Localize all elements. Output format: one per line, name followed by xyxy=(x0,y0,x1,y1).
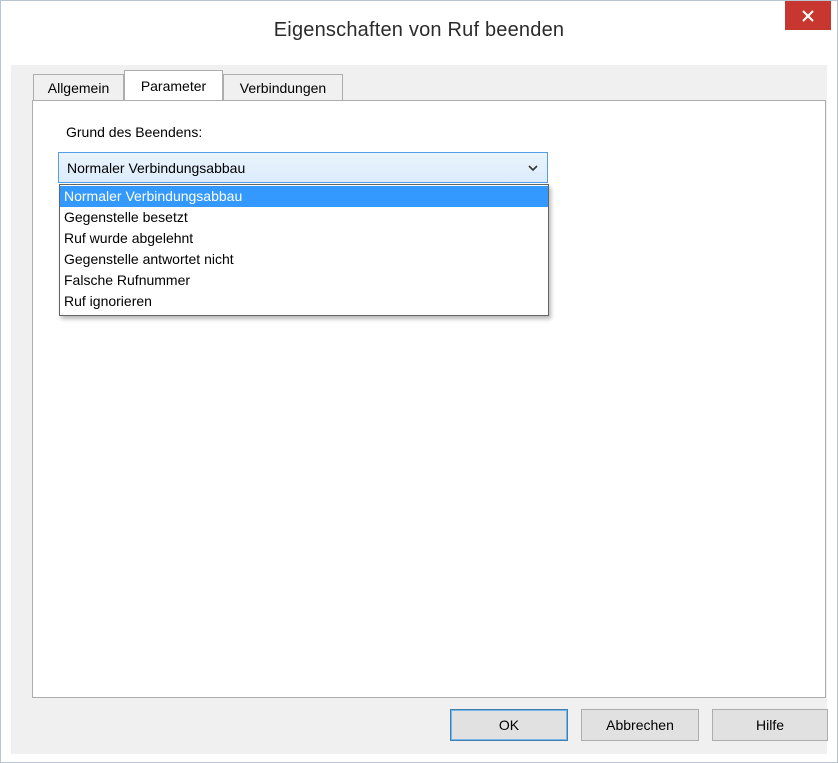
ok-button-label: OK xyxy=(498,717,520,733)
cancel-button-label: Abbrechen xyxy=(606,717,674,733)
help-button-label: Hilfe xyxy=(755,717,784,733)
window-frame-bottom xyxy=(1,754,837,762)
close-button[interactable] xyxy=(785,1,831,30)
tab-label: Parameter xyxy=(140,77,207,94)
tab-verbindungen[interactable]: Verbindungen xyxy=(223,74,343,100)
dialog-client-area: Allgemein Parameter Verbindungen Grund d… xyxy=(11,65,828,754)
dropdown-option-gegenstelle-antwortet-nicht[interactable]: Gegenstelle antwortet nicht xyxy=(60,249,548,270)
ok-button[interactable]: OK xyxy=(450,709,568,741)
window-title: Eigenschaften von Ruf beenden xyxy=(273,19,565,41)
dropdown-option-ruf-wurde-abgelehnt[interactable]: Ruf wurde abgelehnt xyxy=(60,228,548,249)
dialog-window: Eigenschaften von Ruf beenden Allgemein … xyxy=(0,0,838,763)
chevron-down-icon[interactable] xyxy=(527,162,539,174)
help-button[interactable]: Hilfe xyxy=(712,709,828,741)
tab-parameter[interactable]: Parameter xyxy=(124,70,223,100)
reason-dropdown-list: Normaler Verbindungsabbau Gegenstelle be… xyxy=(59,184,549,316)
dropdown-option-falsche-rufnummer[interactable]: Falsche Rufnummer xyxy=(60,270,548,291)
parameter-panel: Grund des Beendens: Normaler Verbindungs… xyxy=(32,100,826,698)
window-frame-right xyxy=(827,65,837,762)
tab-label: Verbindungen xyxy=(239,79,327,96)
reason-combobox[interactable]: Normaler Verbindungsabbau xyxy=(58,152,548,183)
title-bar[interactable]: Eigenschaften von Ruf beenden xyxy=(1,1,837,65)
tab-allgemein[interactable]: Allgemein xyxy=(33,74,124,100)
tab-label: Allgemein xyxy=(47,79,110,96)
dropdown-option-gegenstelle-besetzt[interactable]: Gegenstelle besetzt xyxy=(60,207,548,228)
dropdown-option-normaler-verbindungsabbau[interactable]: Normaler Verbindungsabbau xyxy=(60,186,548,207)
reason-selected-value: Normaler Verbindungsabbau xyxy=(67,160,246,176)
dropdown-option-ruf-ignorieren[interactable]: Ruf ignorieren xyxy=(60,291,548,312)
close-icon xyxy=(802,9,814,22)
window-frame-left xyxy=(1,65,11,762)
reason-label: Grund des Beendens: xyxy=(66,124,203,140)
cancel-button[interactable]: Abbrechen xyxy=(581,709,699,741)
